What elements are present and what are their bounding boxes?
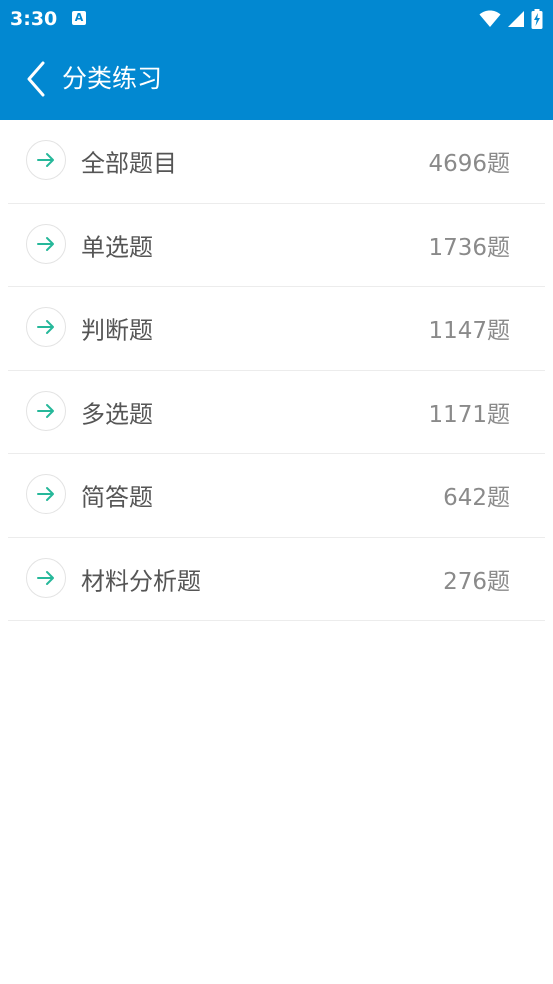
app-screen: 3:30 A 分类练习 全部题目 4696题 单选题 1736题 判断题 114… [0,0,553,984]
category-item-short-answer[interactable]: 简答题 642题 [8,454,545,538]
arrow-right-icon [26,307,66,348]
category-count: 1171题 [428,401,510,428]
category-item-single-choice[interactable]: 单选题 1736题 [8,204,545,287]
arrow-right-icon [26,223,66,264]
status-bar: 3:30 A [0,0,553,38]
category-label: 判断题 [81,316,153,345]
category-list: 全部题目 4696题 单选题 1736题 判断题 1147题 多选题 1171题… [0,120,553,621]
status-icons [479,8,543,30]
page-title: 分类练习 [62,64,163,93]
category-label: 多选题 [81,400,153,429]
arrow-right-icon [26,474,66,515]
app-bar: 分类练习 [0,38,553,120]
category-count: 642题 [443,485,510,512]
category-count: 4696题 [428,151,510,178]
category-item-true-false[interactable]: 判断题 1147题 [8,287,545,371]
battery-charging-icon [531,9,543,29]
category-count: 1147题 [428,318,510,345]
category-label: 简答题 [81,483,153,512]
arrow-right-icon [26,140,66,181]
chevron-left-icon [27,61,45,97]
category-count: 276题 [443,568,510,595]
wifi-icon [479,10,501,27]
category-label: 全部题目 [81,149,177,178]
arrow-right-icon [26,557,66,598]
category-item-all[interactable]: 全部题目 4696题 [8,120,545,204]
arrow-right-icon [26,390,66,431]
status-time: 3:30 [10,8,58,30]
category-item-material-analysis[interactable]: 材料分析题 276题 [8,538,545,621]
a-icon: A [72,11,86,25]
category-label: 单选题 [81,233,153,262]
back-button[interactable] [18,58,54,100]
category-item-multiple-choice[interactable]: 多选题 1171题 [8,371,545,454]
category-label: 材料分析题 [81,567,201,596]
category-count: 1736题 [428,234,510,261]
signal-icon [508,11,524,27]
